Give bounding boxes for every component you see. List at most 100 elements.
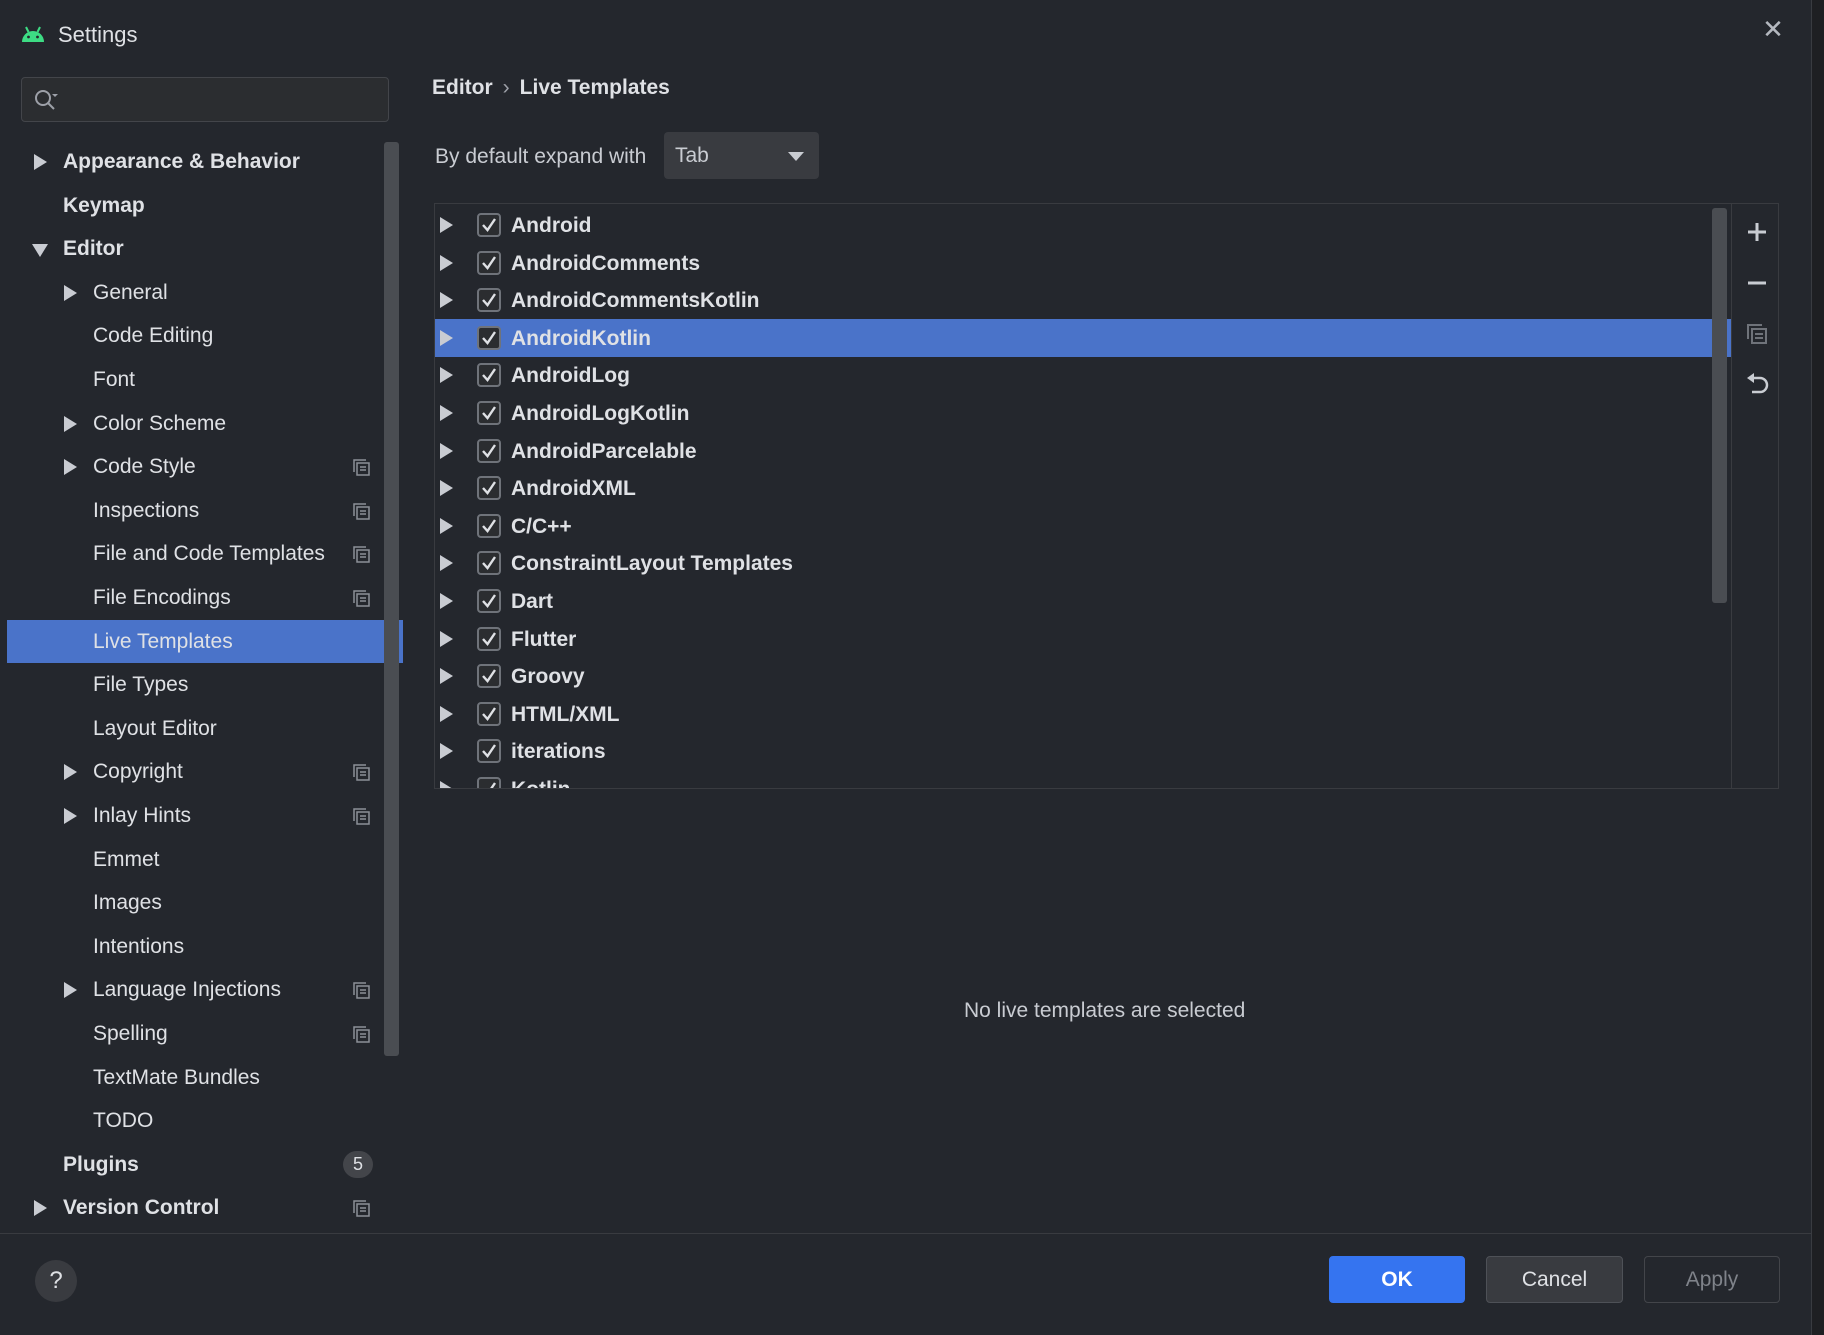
template-group-row[interactable]: AndroidComments bbox=[435, 244, 1731, 282]
add-icon[interactable] bbox=[1744, 219, 1770, 245]
expand-with-dropdown[interactable]: Tab bbox=[664, 132, 819, 179]
sidebar-item-version-control[interactable]: Version Control bbox=[7, 1186, 403, 1229]
sidebar-item-todo[interactable]: TODO bbox=[7, 1099, 403, 1142]
sidebar-item-appearance-behavior[interactable]: Appearance & Behavior bbox=[7, 140, 403, 183]
sidebar-item-code-style[interactable]: Code Style bbox=[7, 445, 403, 488]
template-group-checkbox[interactable] bbox=[477, 363, 501, 388]
template-group-row[interactable]: AndroidCommentsKotlin bbox=[435, 281, 1731, 319]
sidebar-scrollbar[interactable] bbox=[384, 142, 399, 1056]
template-group-row[interactable]: AndroidLogKotlin bbox=[435, 394, 1731, 432]
template-group-row[interactable]: Dart bbox=[435, 582, 1731, 620]
sidebar-item-inlay-hints[interactable]: Inlay Hints bbox=[7, 794, 403, 837]
sidebar-item-keymap[interactable]: Keymap bbox=[7, 184, 403, 227]
duplicate-icon[interactable] bbox=[1744, 321, 1770, 347]
chevron-right-icon[interactable] bbox=[440, 292, 453, 309]
sidebar-item-emmet[interactable]: Emmet bbox=[7, 838, 403, 881]
chevron-right-icon[interactable] bbox=[440, 217, 453, 233]
template-group-checkbox[interactable] bbox=[477, 739, 501, 764]
chevron-right-icon[interactable] bbox=[34, 1200, 47, 1217]
chevron-right-icon[interactable] bbox=[440, 367, 453, 384]
chevron-right-icon[interactable] bbox=[440, 630, 453, 647]
template-group-row[interactable]: Kotlin bbox=[435, 770, 1731, 788]
template-group-row[interactable]: AndroidXML bbox=[435, 469, 1731, 507]
template-group-row[interactable]: ConstraintLayout Templates bbox=[435, 544, 1731, 582]
chevron-right-icon[interactable] bbox=[440, 593, 453, 609]
template-group-checkbox[interactable] bbox=[477, 626, 501, 651]
sidebar-item-language-injections[interactable]: Language Injections bbox=[7, 968, 403, 1011]
sidebar-item-images[interactable]: Images bbox=[7, 881, 403, 924]
chevron-right-icon[interactable] bbox=[64, 808, 77, 824]
checkmark-icon bbox=[482, 406, 496, 420]
chevron-right-icon[interactable] bbox=[440, 442, 453, 459]
sidebar-item-layout-editor[interactable]: Layout Editor bbox=[7, 707, 403, 750]
chevron-right-icon[interactable] bbox=[440, 781, 453, 788]
chevron-right-icon[interactable] bbox=[440, 254, 453, 271]
template-group-checkbox[interactable] bbox=[477, 664, 501, 689]
apply-button[interactable]: Apply bbox=[1644, 1256, 1780, 1303]
project-scope-icon bbox=[353, 1200, 370, 1218]
chevron-right-icon[interactable] bbox=[440, 329, 453, 346]
sidebar-item-general[interactable]: General bbox=[7, 271, 403, 314]
template-group-row[interactable]: Android bbox=[435, 206, 1731, 244]
template-group-checkbox[interactable] bbox=[477, 325, 501, 350]
template-group-checkbox[interactable] bbox=[477, 288, 501, 313]
cancel-button[interactable]: Cancel bbox=[1486, 1256, 1623, 1303]
chevron-right-icon[interactable] bbox=[64, 415, 77, 432]
chevron-right-icon[interactable] bbox=[440, 555, 453, 572]
sidebar-item-live-templates[interactable]: Live Templates bbox=[7, 619, 403, 663]
template-group-row[interactable]: iterations bbox=[435, 732, 1731, 770]
sidebar-item-intentions[interactable]: Intentions bbox=[7, 925, 403, 968]
template-group-checkbox[interactable] bbox=[477, 476, 501, 501]
chevron-right-icon[interactable] bbox=[440, 705, 453, 722]
breadcrumb-parent[interactable]: Editor bbox=[432, 76, 493, 100]
template-group-row[interactable]: C/C++ bbox=[435, 507, 1731, 545]
settings-search[interactable] bbox=[21, 77, 389, 122]
template-group-checkbox[interactable] bbox=[477, 551, 501, 576]
template-group-row[interactable]: AndroidLog bbox=[435, 356, 1731, 394]
sidebar-item-file-and-code-templates[interactable]: File and Code Templates bbox=[7, 532, 403, 575]
sidebar-item-font[interactable]: Font bbox=[7, 358, 403, 401]
template-group-checkbox[interactable] bbox=[477, 701, 501, 726]
checkmark-icon bbox=[482, 669, 496, 684]
sidebar-item-file-types[interactable]: File Types bbox=[7, 663, 403, 706]
chevron-right-icon[interactable] bbox=[34, 154, 47, 170]
ok-button[interactable]: OK bbox=[1329, 1256, 1465, 1303]
template-group-row[interactable]: AndroidKotlin bbox=[435, 318, 1731, 357]
chevron-right-icon[interactable] bbox=[440, 405, 453, 421]
search-input[interactable] bbox=[72, 86, 372, 114]
chevron-right-icon[interactable] bbox=[440, 668, 453, 685]
chevron-right-icon[interactable] bbox=[64, 764, 77, 781]
template-group-checkbox[interactable] bbox=[477, 513, 501, 538]
close-icon[interactable]: ✕ bbox=[1762, 16, 1784, 42]
chevron-right-icon[interactable] bbox=[64, 284, 77, 301]
sidebar-item-file-encodings[interactable]: File Encodings bbox=[7, 576, 403, 619]
sidebar-item-spelling[interactable]: Spelling bbox=[7, 1012, 403, 1055]
chevron-right-icon[interactable] bbox=[440, 743, 453, 760]
chevron-right-icon[interactable] bbox=[440, 517, 453, 534]
sidebar-item-plugins[interactable]: Plugins 5 bbox=[7, 1143, 403, 1186]
template-group-checkbox[interactable] bbox=[477, 777, 501, 788]
template-group-checkbox[interactable] bbox=[477, 589, 501, 613]
chevron-down-icon[interactable] bbox=[32, 244, 48, 258]
template-group-checkbox[interactable] bbox=[477, 438, 501, 463]
sidebar-item-textmate-bundles[interactable]: TextMate Bundles bbox=[7, 1056, 403, 1099]
template-group-checkbox[interactable] bbox=[477, 401, 501, 425]
chevron-right-icon[interactable] bbox=[64, 982, 77, 999]
chevron-right-icon[interactable] bbox=[64, 459, 77, 476]
template-group-row[interactable]: HTML/XML bbox=[435, 695, 1731, 733]
template-group-row[interactable]: Flutter bbox=[435, 620, 1731, 658]
template-group-row[interactable]: Groovy bbox=[435, 657, 1731, 695]
help-button[interactable]: ? bbox=[35, 1260, 77, 1302]
sidebar-item-copyright[interactable]: Copyright bbox=[7, 750, 403, 793]
template-group-checkbox[interactable] bbox=[477, 213, 501, 237]
sidebar-item-color-scheme[interactable]: Color Scheme bbox=[7, 402, 403, 445]
templates-scrollbar[interactable] bbox=[1712, 208, 1727, 603]
sidebar-item-code-editing[interactable]: Code Editing bbox=[7, 314, 403, 357]
chevron-right-icon[interactable] bbox=[440, 480, 453, 497]
sidebar-item-editor[interactable]: Editor bbox=[7, 227, 403, 270]
restore-defaults-icon[interactable] bbox=[1744, 372, 1770, 398]
remove-icon[interactable] bbox=[1744, 270, 1770, 296]
template-group-row[interactable]: AndroidParcelable bbox=[435, 432, 1731, 470]
sidebar-item-inspections[interactable]: Inspections bbox=[7, 489, 403, 532]
template-group-checkbox[interactable] bbox=[477, 250, 501, 275]
